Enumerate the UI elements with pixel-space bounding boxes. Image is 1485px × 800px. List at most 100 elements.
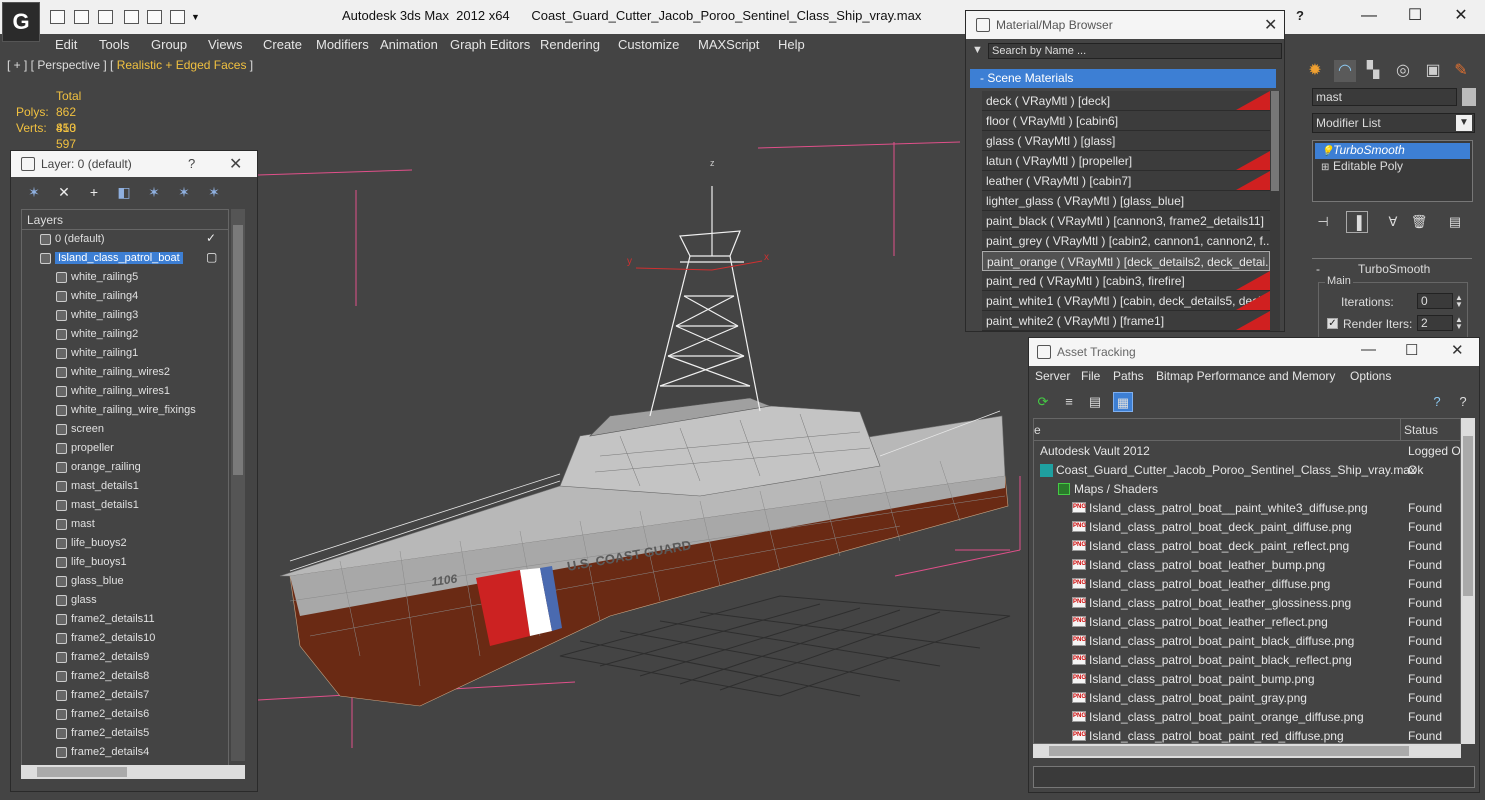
set-current-layer-icon[interactable]: ▢ <box>206 250 217 264</box>
menu-help[interactable]: Help <box>778 37 805 52</box>
layer-row[interactable]: white_railing_wires1 <box>22 382 228 401</box>
material-item[interactable]: paint_white2 ( VRayMtl ) [frame1] <box>982 311 1270 331</box>
iterations-spinner[interactable]: 0 <box>1417 293 1453 309</box>
asset-row[interactable]: PNG Island_class_patrol_boat_leather_diff… <box>1034 575 1460 594</box>
table-view-icon[interactable]: ▦ <box>1113 392 1133 412</box>
maximize-button[interactable]: ☐ <box>1400 4 1430 28</box>
layer-row[interactable]: frame2_details7 <box>22 686 228 705</box>
menu-animation[interactable]: Animation <box>380 37 438 52</box>
motion-tab-icon[interactable]: ◎ <box>1392 60 1414 82</box>
asset-row[interactable]: PNG Island_class_patrol_boat_paint_black_… <box>1034 632 1460 651</box>
layer-vertical-scrollbar[interactable] <box>231 209 245 761</box>
material-item[interactable]: leather ( VRayMtl ) [cabin7] <box>982 171 1270 191</box>
asset-row[interactable]: Coast_Guard_Cutter_Jacob_Poroo_Sentinel_… <box>1034 461 1460 480</box>
material-vertical-scrollbar[interactable] <box>1270 91 1280 331</box>
hide-all-icon[interactable]: ✶ <box>175 183 193 201</box>
layer-row[interactable]: mast_details1 <box>22 496 228 515</box>
select-objects-icon[interactable]: ◧ <box>115 183 133 201</box>
menu-edit[interactable]: Edit <box>55 37 77 52</box>
menu-tools[interactable]: Tools <box>99 37 129 52</box>
expand-icon[interactable]: ⊞ <box>1321 160 1329 175</box>
layer-row[interactable]: white_railing2 <box>22 325 228 344</box>
layer-row[interactable]: life_buoys2 <box>22 534 228 553</box>
menu-create[interactable]: Create <box>263 37 302 52</box>
layer-row[interactable]: white_railing1 <box>22 344 228 363</box>
layer-panel-titlebar[interactable]: Layer: 0 (default) ? ✕ <box>11 151 257 177</box>
material-item[interactable]: paint_orange ( VRayMtl ) [deck_details2,… <box>982 251 1270 271</box>
configure-sets-icon[interactable]: ▤ <box>1444 211 1466 233</box>
asset-tracking-titlebar[interactable]: Asset Tracking — ☐ ✕ <box>1029 338 1479 366</box>
material-item[interactable]: lighter_glass ( VRayMtl ) [glass_blue] <box>982 191 1270 211</box>
layer-row[interactable]: white_railing5 <box>22 268 228 287</box>
hierarchy-tab-icon[interactable]: ▚ <box>1362 60 1384 82</box>
object-name-input[interactable]: mast <box>1312 88 1457 106</box>
layer-row[interactable]: frame2_details5 <box>22 724 228 743</box>
material-browser-titlebar[interactable]: Material/Map Browser ✕ <box>966 11 1284 39</box>
asset-path-input[interactable] <box>1033 766 1475 788</box>
help-icon[interactable]: ? <box>188 156 195 171</box>
layer-horizontal-scrollbar[interactable] <box>21 765 245 779</box>
layer-row[interactable]: life_buoys1 <box>22 553 228 572</box>
layers-column-header[interactable]: Layers <box>22 210 228 230</box>
asset-row[interactable]: PNG Island_class_patrol_boat_paint_orange… <box>1034 708 1460 727</box>
project-folder-icon[interactable] <box>170 10 185 24</box>
spinner-arrows-icon[interactable]: ▲ ▼ <box>1455 316 1463 331</box>
help-icon[interactable]: ? <box>1285 4 1315 28</box>
menu-maxscript[interactable]: MAXScript <box>698 37 759 52</box>
stack-item-editable-poly[interactable]: ⊞ Editable Poly <box>1315 159 1470 175</box>
scene-materials-group[interactable]: - Scene Materials <box>970 69 1276 88</box>
menu-server[interactable]: Server <box>1035 369 1070 383</box>
minimize-button[interactable]: — <box>1361 341 1376 358</box>
object-color-swatch[interactable] <box>1462 88 1476 106</box>
layer-row[interactable]: white_railing4 <box>22 287 228 306</box>
asset-row[interactable]: PNG Island_class_patrol_boat_paint_black_… <box>1034 651 1460 670</box>
save-file-icon[interactable] <box>74 10 89 24</box>
material-item[interactable]: paint_white1 ( VRayMtl ) [cabin, deck_de… <box>982 291 1270 311</box>
layer-row[interactable]: white_railing3 <box>22 306 228 325</box>
add-to-layer-icon[interactable]: + <box>85 183 103 201</box>
layer-row[interactable]: glass <box>22 591 228 610</box>
asset-table[interactable]: e Status Autodesk Vault 2012 Logged O Coas… <box>1033 418 1461 744</box>
asset-row[interactable]: PNG Island_class_patrol_boat_deck_paint_d… <box>1034 518 1460 537</box>
asset-row[interactable]: PNG Island_class_patrol_boat_leather_bump… <box>1034 556 1460 575</box>
quick-access-dropdown-icon[interactable]: ▼ <box>191 10 203 24</box>
layer-list[interactable]: Layers 0 (default) ✓ Island_class_patrol_b… <box>21 209 229 769</box>
asset-row[interactable]: PNG Island_class_patrol_boat_leather_refl… <box>1034 613 1460 632</box>
menu-modifiers[interactable]: Modifiers <box>316 37 369 52</box>
menu-group[interactable]: Group <box>151 37 187 52</box>
layer-row[interactable]: frame2_details8 <box>22 667 228 686</box>
modifier-stack[interactable]: 💡 TurboSmooth ⊞ Editable Poly <box>1312 140 1473 202</box>
tree-view-icon[interactable]: ▤ <box>1085 392 1105 412</box>
close-icon[interactable]: ✕ <box>1264 15 1277 35</box>
app-logo-icon[interactable]: G <box>2 2 40 42</box>
layer-row[interactable]: screen <box>22 420 228 439</box>
list-view-icon[interactable]: ≡ <box>1059 392 1079 412</box>
create-tab-icon[interactable]: ✹ <box>1304 60 1326 82</box>
material-item[interactable]: latun ( VRayMtl ) [propeller] <box>982 151 1270 171</box>
close-button[interactable]: ✕ <box>1446 4 1476 28</box>
create-layer-icon[interactable]: ✶ <box>25 183 43 201</box>
open-file-icon[interactable] <box>50 10 65 24</box>
asset-row[interactable]: PNG Island_class_patrol_boat_deck_paint_r… <box>1034 537 1460 556</box>
help-icon[interactable]: ? <box>1427 392 1447 412</box>
modifier-list-dropdown[interactable]: Modifier List ▼ <box>1312 113 1475 133</box>
asset-row[interactable]: PNG Island_class_patrol_boat__paint_white… <box>1034 499 1460 518</box>
hold-icon[interactable] <box>124 10 139 24</box>
new-scene-icon[interactable] <box>147 10 162 24</box>
asset-row[interactable]: Maps / Shaders <box>1034 480 1460 499</box>
render-iters-spinner[interactable]: 2 <box>1417 315 1453 331</box>
shading-mode[interactable]: Realistic + Edged Faces <box>117 58 247 72</box>
material-item[interactable]: deck ( VRayMtl ) [deck] <box>982 91 1270 111</box>
material-item[interactable]: floor ( VRayMtl ) [cabin6] <box>982 111 1270 131</box>
asset-row[interactable]: PNG Island_class_patrol_boat_paint_red_di… <box>1034 727 1460 743</box>
delete-layer-icon[interactable]: ✕ <box>55 183 73 201</box>
material-item[interactable]: paint_red ( VRayMtl ) [cabin3, firefire] <box>982 271 1270 291</box>
freeze-all-icon[interactable]: ✶ <box>205 183 223 201</box>
make-unique-icon[interactable]: ∀ <box>1382 211 1404 233</box>
menu-rendering[interactable]: Rendering <box>540 37 600 52</box>
undo-icon[interactable] <box>98 10 113 24</box>
asset-vertical-scrollbar[interactable] <box>1461 418 1475 744</box>
asset-horizontal-scrollbar[interactable] <box>1033 744 1461 758</box>
viewport-label[interactable]: [ + ] [ Perspective ] [ Realistic + Edge… <box>7 58 253 72</box>
layer-row[interactable]: orange_railing <box>22 458 228 477</box>
